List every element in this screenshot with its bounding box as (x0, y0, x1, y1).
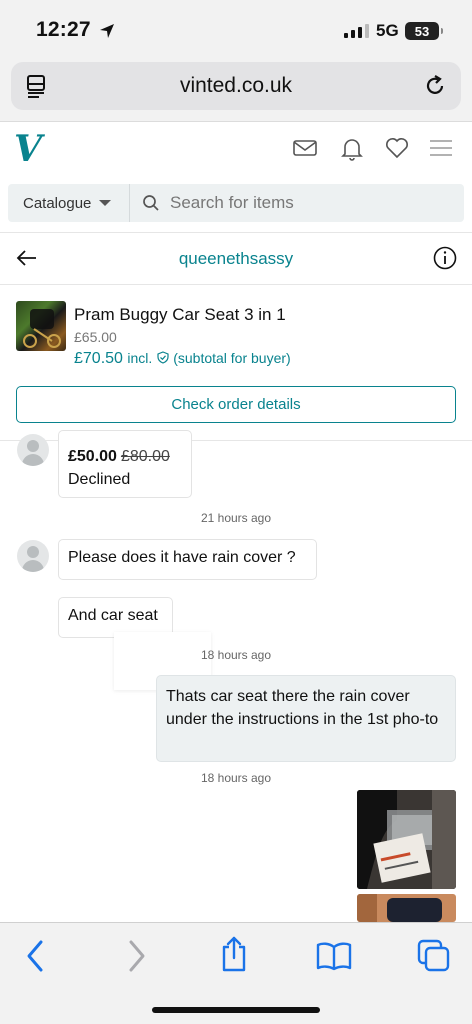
message-timestamp: 18 hours ago (200, 771, 272, 785)
mail-icon[interactable] (293, 136, 317, 160)
tabs-icon[interactable] (417, 939, 451, 973)
catalogue-label: Catalogue (23, 194, 92, 212)
vinted-logo[interactable]: V (14, 128, 42, 170)
heart-icon[interactable] (385, 136, 409, 160)
item-title[interactable]: Pram Buggy Car Seat 3 in 1 (74, 305, 286, 325)
share-icon[interactable] (219, 935, 249, 973)
url-text[interactable]: vinted.co.uk (11, 74, 461, 98)
offer-price: £50.00 (68, 448, 117, 465)
menu-icon[interactable] (429, 136, 453, 160)
conversation-header: queenethsassy (0, 232, 472, 285)
item-thumbnail[interactable] (16, 301, 66, 351)
search-icon (143, 195, 159, 211)
home-indicator[interactable] (152, 1007, 320, 1013)
message-bubble: Please does it have rain cover ? (58, 539, 317, 580)
info-icon[interactable] (433, 246, 457, 270)
status-time: 12:27 (36, 18, 91, 41)
message-timestamp: 21 hours ago (200, 511, 272, 525)
signal-icon (344, 24, 369, 38)
item-total-incl: incl. (127, 350, 153, 366)
search-area[interactable] (130, 184, 464, 222)
offer-prices: £50.00 £80.00 (68, 445, 182, 468)
chevron-down-icon (99, 200, 112, 206)
item-total-line: £70.50 incl. (subtotal for buyer) (74, 350, 291, 368)
bookmarks-icon[interactable] (316, 941, 352, 971)
search-row: Catalogue (8, 184, 464, 222)
reload-icon[interactable] (423, 74, 447, 98)
network-label: 5G (376, 21, 399, 40)
sent-message-bubble: Thats car seat there the rain cover unde… (156, 675, 456, 762)
item-summary: Pram Buggy Car Seat 3 in 1 £65.00 £70.50… (0, 285, 472, 441)
bell-icon[interactable] (340, 136, 364, 162)
catalogue-dropdown[interactable]: Catalogue (8, 184, 130, 222)
shield-icon (157, 351, 169, 364)
item-total-note: (subtotal for buyer) (173, 350, 291, 366)
conversation-username[interactable]: queenethsassy (0, 249, 472, 269)
offer-status: Declined (68, 471, 131, 488)
offer-original-price: £80.00 (120, 448, 170, 465)
location-icon (100, 24, 114, 38)
back-icon[interactable] (24, 939, 46, 973)
url-bar[interactable]: vinted.co.uk (11, 62, 461, 110)
offer-bubble: £50.00 £80.00 Declined (58, 430, 192, 498)
item-total-price: £70.50 (74, 350, 123, 367)
status-bar: 12:27 5G 53 (0, 0, 472, 60)
browser-address-area: vinted.co.uk (0, 60, 472, 122)
avatar[interactable] (17, 434, 49, 466)
avatar[interactable] (17, 540, 49, 572)
message-timestamp: 18 hours ago (200, 648, 272, 662)
search-input[interactable] (170, 193, 450, 213)
site-header: V (0, 122, 472, 178)
check-order-details-button[interactable]: Check order details (16, 386, 456, 423)
message-photo[interactable] (357, 790, 456, 889)
message-photo[interactable] (357, 894, 456, 922)
forward-icon[interactable] (126, 939, 148, 973)
battery-icon: 53 (405, 22, 443, 40)
item-price: £65.00 (74, 329, 117, 345)
